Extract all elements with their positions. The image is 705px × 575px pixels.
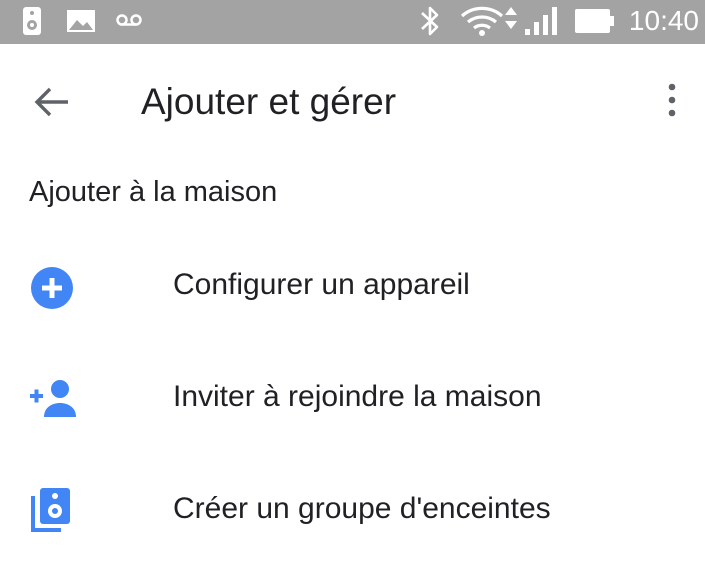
back-button[interactable] — [30, 82, 74, 122]
list-item-invite-home[interactable]: Inviter à rejoindre la maison — [0, 342, 705, 454]
more-vert-icon — [668, 83, 676, 117]
bluetooth-icon — [421, 6, 439, 36]
list-item-label: Créer un groupe d'enceintes — [173, 492, 551, 525]
person-add-icon — [30, 380, 76, 417]
status-clock: 10:40 — [628, 5, 699, 36]
status-bar: 10:40 — [0, 0, 705, 44]
speaker-group-icon — [31, 488, 70, 532]
page-title: Ajouter et gérer — [141, 81, 397, 122]
arrow-back-icon — [34, 87, 68, 117]
battery-icon — [575, 9, 614, 33]
wifi-icon — [460, 6, 517, 36]
voicemail-icon — [116, 14, 142, 26]
app-bar: Ajouter et gérer — [0, 44, 705, 160]
list-item-label: Inviter à rejoindre la maison — [173, 380, 542, 413]
list-item-configure-device[interactable]: Configurer un appareil — [0, 230, 705, 342]
add-circle-icon — [31, 267, 73, 309]
section-title: Ajouter à la maison — [29, 176, 278, 208]
image-notification-icon — [67, 10, 95, 32]
more-options-button[interactable] — [660, 80, 684, 120]
list-item-create-speaker-group[interactable]: Créer un groupe d'enceintes — [0, 454, 705, 566]
list-item-label: Configurer un appareil — [173, 268, 470, 301]
cell-signal-icon — [525, 7, 557, 35]
speaker-notification-icon — [23, 7, 41, 35]
